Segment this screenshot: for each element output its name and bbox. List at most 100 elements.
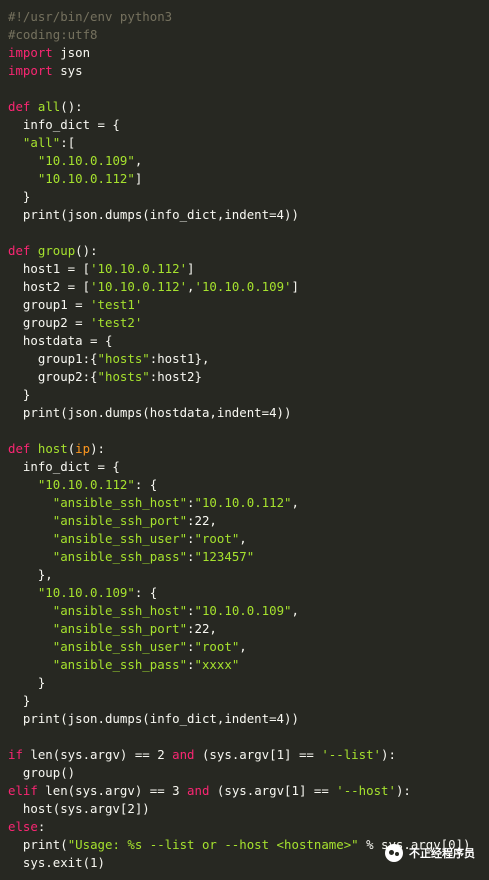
code-line: #coding:utf8 bbox=[8, 26, 483, 44]
code-token-keyword: import bbox=[8, 45, 53, 60]
code-token-plain: (sys.argv[1] == bbox=[194, 747, 322, 762]
code-line: "10.10.0.109", bbox=[8, 152, 483, 170]
code-line: "10.10.0.112"] bbox=[8, 170, 483, 188]
code-line: "ansible_ssh_port":22, bbox=[8, 620, 483, 638]
code-line: print(json.dumps(hostdata,indent=4)) bbox=[8, 404, 483, 422]
code-line: } bbox=[8, 188, 483, 206]
code-token-plain: group2:{ bbox=[8, 369, 98, 384]
code-token-fname: host bbox=[37, 441, 68, 456]
code-line: def host(ip): bbox=[8, 440, 483, 458]
code-token-plain: :22, bbox=[187, 513, 217, 528]
code-line: def all(): bbox=[8, 98, 483, 116]
code-token-string: "hosts" bbox=[97, 351, 150, 366]
code-line: host(sys.argv[2]) bbox=[8, 800, 483, 818]
code-token-plain: , bbox=[291, 495, 299, 510]
code-line: host2 = ['10.10.0.112','10.10.0.109'] bbox=[8, 278, 483, 296]
code-line: def group(): bbox=[8, 242, 483, 260]
code-token-string: '--list' bbox=[321, 747, 382, 762]
code-token-string: '10.10.0.112' bbox=[90, 261, 188, 276]
code-line: if len(sys.argv) == 2 and (sys.argv[1] =… bbox=[8, 746, 483, 764]
code-token-plain: : bbox=[187, 549, 195, 564]
code-token-plain: ): bbox=[395, 783, 411, 798]
code-token-keyword: and bbox=[172, 747, 195, 762]
code-line: "ansible_ssh_host":"10.10.0.109", bbox=[8, 602, 483, 620]
code-token-plain: } bbox=[8, 189, 31, 204]
code-token-string: "10.10.0.109" bbox=[37, 153, 135, 168]
code-line: } bbox=[8, 692, 483, 710]
code-token-def: def bbox=[8, 441, 31, 456]
code-token-param: ip bbox=[75, 441, 91, 456]
code-token-plain: sys.exit(1) bbox=[8, 855, 105, 870]
code-token-string: "ansible_ssh_user" bbox=[52, 531, 188, 546]
code-token-plain: : bbox=[187, 657, 195, 672]
code-token-string: 'test2' bbox=[90, 315, 143, 330]
wechat-icon bbox=[385, 844, 403, 862]
code-token-string: "all" bbox=[22, 135, 61, 150]
code-token-plain: } bbox=[8, 675, 46, 690]
code-token-string: '10.10.0.109' bbox=[194, 279, 292, 294]
code-token-plain: } bbox=[8, 693, 31, 708]
code-token-plain: , bbox=[187, 279, 195, 294]
code-token-keyword: elif bbox=[8, 783, 38, 798]
code-token-plain: , bbox=[134, 153, 143, 168]
code-line: "all":[ bbox=[8, 134, 483, 152]
code-line: print(json.dumps(info_dict,indent=4)) bbox=[8, 206, 483, 224]
code-token-plain: , bbox=[239, 531, 247, 546]
code-token-plain: host1 = [ bbox=[8, 261, 91, 276]
code-token-plain: :[ bbox=[60, 135, 76, 150]
code-token-plain: : bbox=[187, 639, 195, 654]
watermark: 不正经程序员 bbox=[385, 844, 475, 862]
code-token-string: "ansible_ssh_pass" bbox=[52, 549, 188, 564]
code-line: hostdata = { bbox=[8, 332, 483, 350]
code-token-plain: (sys.argv[1] == bbox=[209, 783, 337, 798]
code-token-plain: host(sys.argv[2]) bbox=[8, 801, 150, 816]
code-token-keyword: import bbox=[8, 63, 53, 78]
code-token-string: 'test1' bbox=[90, 297, 143, 312]
code-token-plain: ): bbox=[381, 747, 396, 762]
watermark-text: 不正经程序员 bbox=[409, 847, 475, 860]
code-token-plain: :host2} bbox=[149, 369, 202, 384]
code-token-keyword: and bbox=[187, 783, 210, 798]
code-token-string: "10.10.0.112" bbox=[194, 495, 292, 510]
code-token-string: "10.10.0.109" bbox=[194, 603, 292, 618]
code-editor[interactable]: #!/usr/bin/env python3 #coding:utf8 import… bbox=[8, 8, 483, 872]
code-line: group() bbox=[8, 764, 483, 782]
code-token-string: "root" bbox=[194, 531, 240, 546]
code-token-plain: len(sys.argv) == 2 bbox=[22, 747, 173, 762]
code-line: "10.10.0.109": { bbox=[8, 584, 483, 602]
code-line: "10.10.0.112": { bbox=[8, 476, 483, 494]
code-token-comment: #!/usr/bin/env python3 bbox=[8, 9, 173, 24]
code-line: elif len(sys.argv) == 3 and (sys.argv[1]… bbox=[8, 782, 483, 800]
code-line: } bbox=[8, 674, 483, 692]
code-token-fname: all bbox=[37, 99, 61, 114]
code-token-paren: (): bbox=[60, 99, 83, 114]
code-token-fname: group bbox=[37, 243, 76, 258]
code-token-string: '--host' bbox=[336, 783, 396, 798]
code-line: "ansible_ssh_pass":"123457" bbox=[8, 548, 483, 566]
code-line: import sys bbox=[8, 62, 483, 80]
code-line: info_dict = { bbox=[8, 458, 483, 476]
code-token-string: "ansible_ssh_host" bbox=[52, 495, 188, 510]
code-line: print(json.dumps(info_dict,indent=4)) bbox=[8, 710, 483, 728]
code-token-string: "10.10.0.112" bbox=[37, 477, 135, 492]
code-line: import json bbox=[8, 44, 483, 62]
code-token-plain: group() bbox=[8, 765, 76, 780]
code-line: "ansible_ssh_host":"10.10.0.112", bbox=[8, 494, 483, 512]
code-line: else: bbox=[8, 818, 483, 836]
code-token-string: "ansible_ssh_user" bbox=[52, 639, 188, 654]
code-token-string: "ansible_ssh_host" bbox=[52, 603, 188, 618]
code-token-plain: print(json.dumps(info_dict,indent=4)) bbox=[8, 711, 299, 726]
code-line: "ansible_ssh_user":"root", bbox=[8, 530, 483, 548]
code-token-string: "10.10.0.109" bbox=[37, 585, 135, 600]
code-token-keyword: if bbox=[8, 747, 23, 762]
